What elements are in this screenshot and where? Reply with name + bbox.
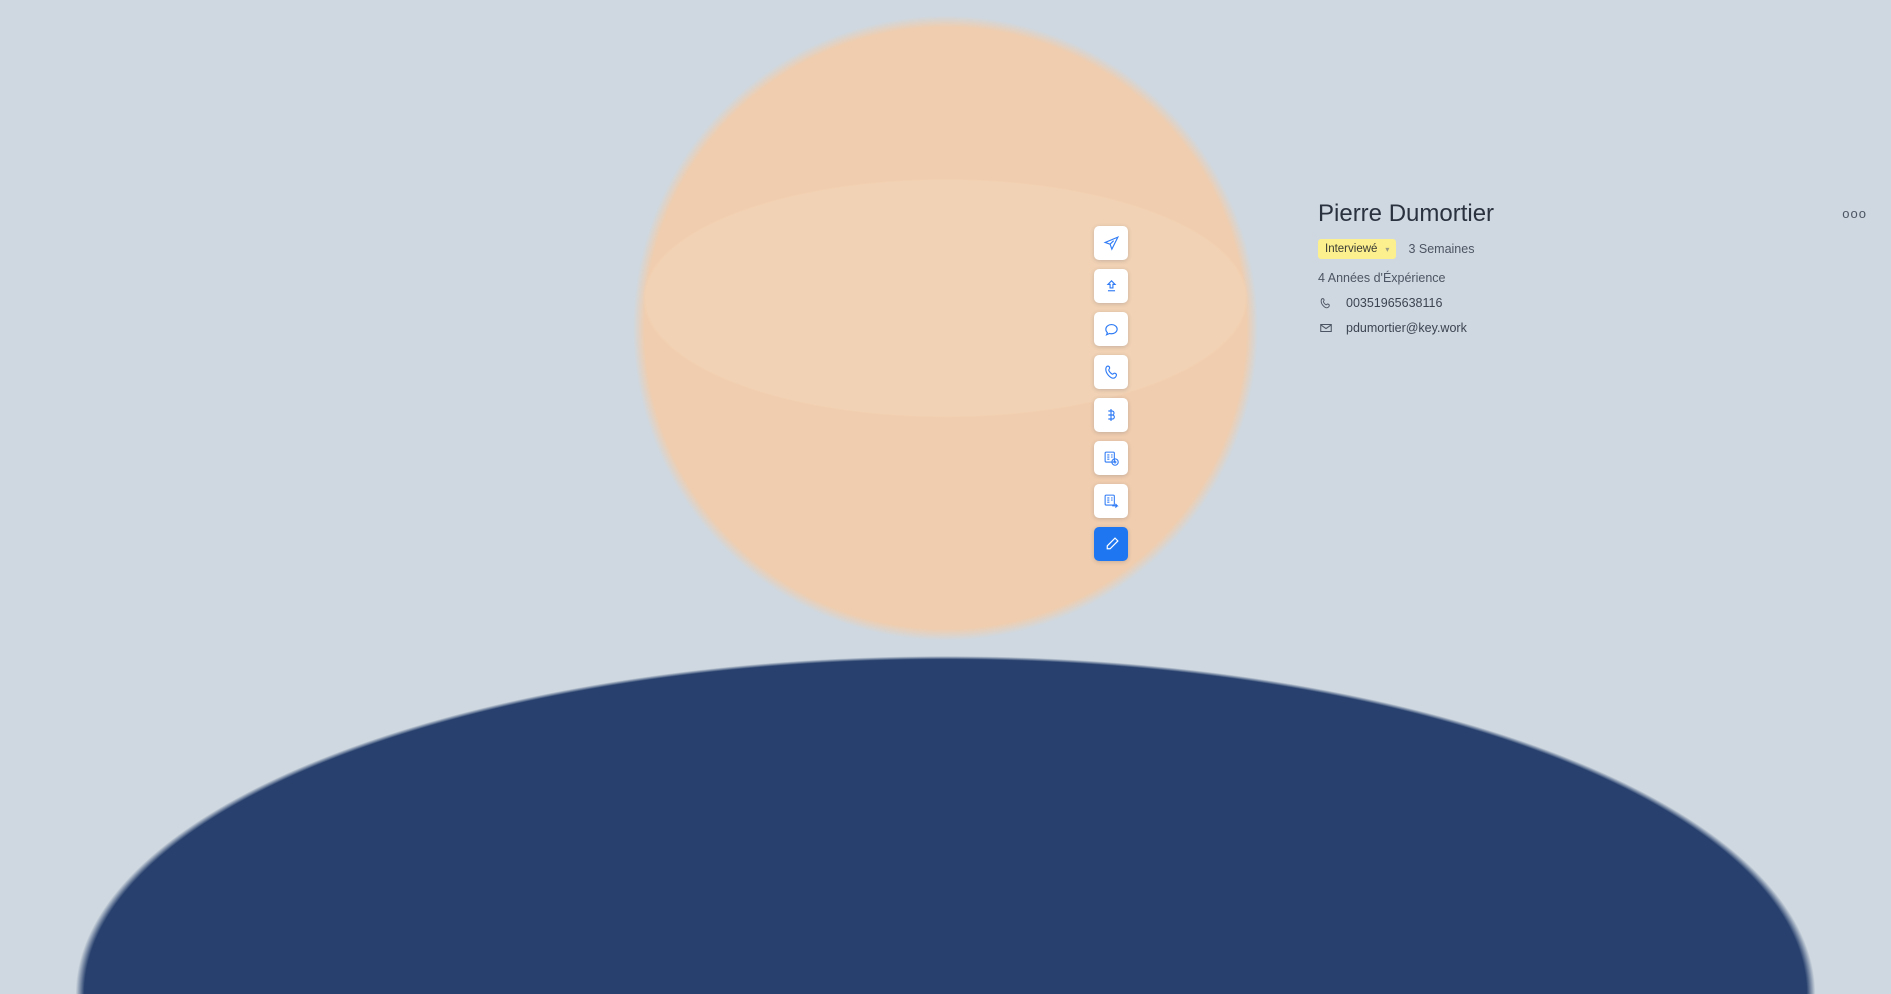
profile-summary: Sin≡❖❖ Pierre Dumortier Interviewé ▾ 3 S… [1156, 178, 1873, 351]
profile-photo [1176, 200, 1280, 304]
profile-details: Pierre Dumortier Interviewé ▾ 3 Semaines… [1318, 200, 1871, 335]
envelope-icon [1318, 321, 1333, 335]
detail-content: Sin≡❖❖ Pierre Dumortier Interviewé ▾ 3 S… [1138, 178, 1891, 994]
email-row: pdumortier@key.work [1318, 321, 1871, 335]
floating-action-rail [1094, 226, 1128, 561]
phone-value[interactable]: 00351965638116 [1346, 296, 1442, 310]
share-arrow-up-icon[interactable] [1094, 269, 1128, 303]
photo-face [1176, 200, 1280, 304]
status-label: Interviewé [1325, 243, 1377, 255]
candidate-detail-pane: Pierre Dumortier précédent 2 de 10 proch… [1137, 88, 1891, 994]
send-email-icon[interactable] [1094, 226, 1128, 260]
currency-icon[interactable] [1094, 398, 1128, 432]
profile-more-menu[interactable]: ooo [1842, 206, 1867, 221]
profile-status-row: Interviewé ▾ 3 Semaines [1318, 239, 1871, 259]
phone-icon[interactable] [1094, 355, 1128, 389]
edit-pencil-icon[interactable] [1094, 527, 1128, 561]
profile-name: Pierre Dumortier [1318, 200, 1871, 228]
add-to-list-icon[interactable] [1094, 441, 1128, 475]
chevron-down-icon: ▾ [1385, 245, 1389, 254]
experience-label: 4 Années d'Éxpérience [1318, 271, 1871, 285]
app-body: ▾ [0, 88, 1891, 994]
status-badge[interactable]: Interviewé ▾ [1318, 239, 1396, 259]
comment-icon[interactable] [1094, 312, 1128, 346]
phone-row: 00351965638116 [1318, 296, 1871, 310]
forward-list-icon[interactable] [1094, 484, 1128, 518]
profile-photo-column: Sin≡❖❖ [1166, 200, 1290, 335]
phone-icon [1318, 297, 1333, 310]
email-value[interactable]: pdumortier@key.work [1346, 321, 1467, 335]
availability-label: 3 Semaines [1408, 242, 1474, 256]
